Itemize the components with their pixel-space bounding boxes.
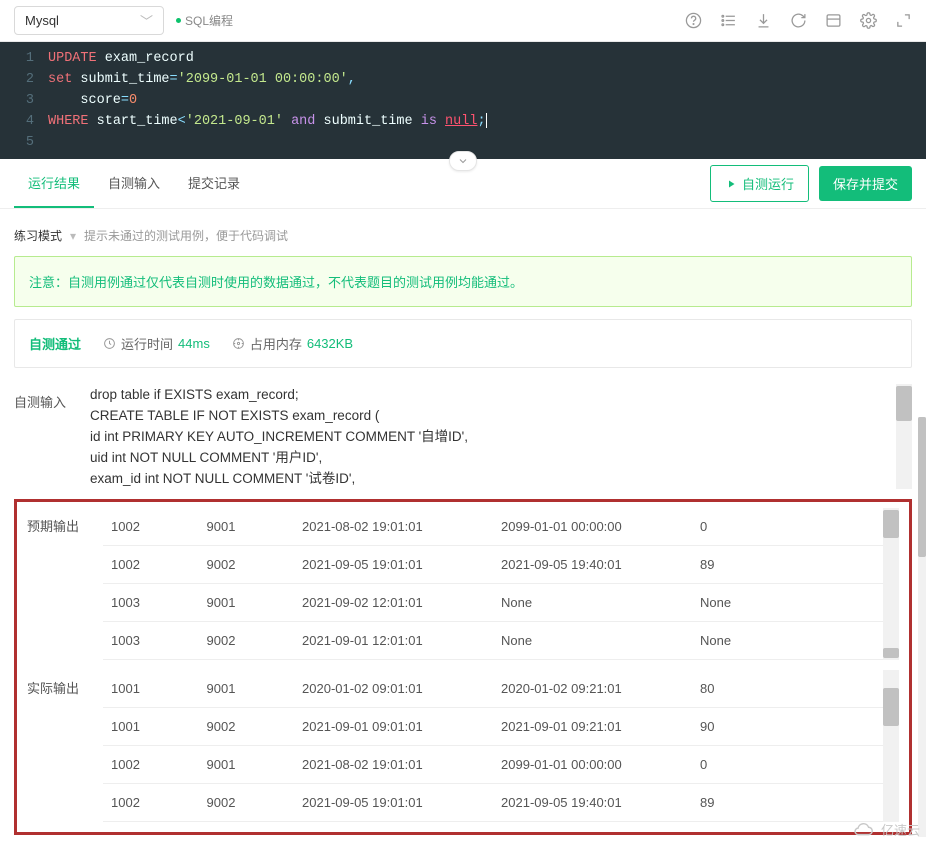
table-row: 100290012021-08-02 19:01:012099-01-01 00… — [103, 746, 899, 784]
expected-section: 预期输出 100290012021-08-02 19:01:012099-01-… — [27, 508, 899, 660]
language-select-value: Mysql — [25, 13, 59, 28]
code-line: 2set submit_time='2099-01-01 00:00:00', — [0, 69, 926, 90]
tab-self-input[interactable]: 自测输入 — [94, 159, 174, 208]
chevron-down-icon: ﹀ — [140, 11, 153, 30]
tab-submit-history[interactable]: 提交记录 — [174, 159, 254, 208]
self-input-label: 自测输入 — [14, 384, 72, 489]
scrollbar[interactable] — [896, 384, 912, 489]
clock-icon — [103, 337, 116, 350]
self-run-label: 自测运行 — [742, 174, 794, 193]
self-input-sql: drop table if EXISTS exam_record;CREATE … — [90, 384, 912, 489]
table-row: 100190012020-01-02 09:01:012020-01-02 09… — [103, 670, 899, 708]
table-row: 100290022021-09-05 19:01:012021-09-05 19… — [103, 784, 899, 822]
scrollbar[interactable] — [883, 670, 899, 822]
tool-icons — [685, 12, 912, 29]
actual-section: 实际输出 100190012020-01-02 09:01:012020-01-… — [27, 670, 899, 822]
expected-table: 100290012021-08-02 19:01:012099-01-01 00… — [103, 508, 899, 660]
table-row: 100190022021-09-01 09:01:012021-09-01 09… — [103, 708, 899, 746]
panel-scrollbar[interactable] — [918, 417, 926, 837]
language-select[interactable]: Mysql ﹀ — [14, 6, 164, 35]
code-line: 5 — [0, 132, 926, 153]
expand-icon[interactable] — [895, 12, 912, 29]
memory-value: 6432KB — [307, 336, 353, 351]
table-row: 100390022021-09-01 12:01:01NoneNone — [103, 622, 899, 660]
memory-label: 占用内存 — [250, 334, 302, 353]
help-icon[interactable] — [685, 12, 702, 29]
table-row: 100290022021-09-05 19:01:012021-09-05 19… — [103, 546, 899, 584]
result-area: 练习模式 ▾ 提示未通过的测试用例，便于代码调试 注意：自测用例通过仅代表自测时… — [0, 209, 926, 854]
download-icon[interactable] — [755, 12, 772, 29]
code-editor[interactable]: 1UPDATE exam_record2set submit_time='209… — [0, 42, 926, 159]
runtime-label: 运行时间 — [121, 334, 173, 353]
self-run-button[interactable]: 自测运行 — [710, 165, 809, 202]
notice-banner: 注意：自测用例通过仅代表自测时使用的数据通过，不代表题目的测试用例均能通过。 — [14, 256, 912, 307]
sql-label: SQL编程 — [185, 12, 233, 29]
chevron-down-icon[interactable]: ▾ — [70, 229, 76, 243]
pass-status: 自测通过 — [29, 334, 81, 353]
mode-hint: 提示未通过的测试用例，便于代码调试 — [84, 227, 288, 244]
pass-box: 自测通过 运行时间 44ms 占用内存 6432KB — [14, 319, 912, 368]
expected-label: 预期输出 — [27, 508, 85, 660]
actual-label: 实际输出 — [27, 670, 85, 822]
runtime-value: 44ms — [178, 336, 210, 351]
list-icon[interactable] — [720, 12, 737, 29]
scrollbar[interactable] — [883, 508, 899, 660]
mode-line: 练习模式 ▾ 提示未通过的测试用例，便于代码调试 — [14, 227, 912, 244]
table-row: 100290012021-08-02 19:01:012099-01-01 00… — [103, 508, 899, 546]
sql-indicator: SQL编程 — [176, 12, 233, 29]
code-line: 4WHERE start_time<'2021-09-01' and submi… — [0, 111, 926, 132]
memory-icon — [232, 337, 245, 350]
status-dot-icon — [176, 18, 181, 23]
save-icon[interactable] — [825, 12, 842, 29]
output-compare-block: 预期输出 100290012021-08-02 19:01:012099-01-… — [14, 499, 912, 835]
code-line: 3 score=0 — [0, 90, 926, 111]
tab-run-result[interactable]: 运行结果 — [14, 159, 94, 208]
mode-label: 练习模式 — [14, 227, 62, 244]
result-tabs: 运行结果 自测输入 提交记录 — [14, 159, 254, 208]
save-submit-button[interactable]: 保存并提交 — [819, 166, 912, 201]
collapse-handle[interactable] — [449, 151, 477, 171]
settings-icon[interactable] — [860, 12, 877, 29]
refresh-icon[interactable] — [790, 12, 807, 29]
self-input-section: 自测输入 drop table if EXISTS exam_record;CR… — [14, 384, 912, 489]
top-toolbar: Mysql ﹀ SQL编程 — [0, 0, 926, 42]
table-row: 100390012021-09-02 12:01:01NoneNone — [103, 584, 899, 622]
code-line: 1UPDATE exam_record — [0, 48, 926, 69]
actual-table: 100190012020-01-02 09:01:012020-01-02 09… — [103, 670, 899, 822]
save-submit-label: 保存并提交 — [833, 174, 898, 193]
